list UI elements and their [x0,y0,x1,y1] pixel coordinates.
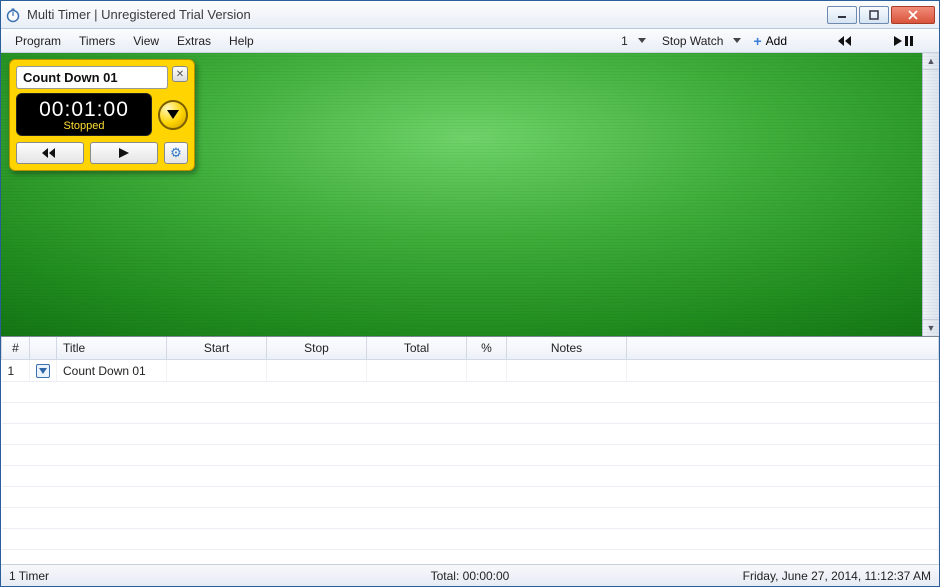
col-pct[interactable]: % [467,337,507,360]
scroll-up-icon[interactable]: ▲ [923,53,939,70]
col-title[interactable]: Title [57,337,167,360]
timer-play-button[interactable] [90,142,158,164]
status-right: Friday, June 27, 2014, 11:12:37 AM [624,569,931,583]
col-num[interactable]: # [2,337,30,360]
timer-rewind-button[interactable] [16,142,84,164]
cell-icon [30,360,57,382]
scroll-down-icon[interactable]: ▼ [923,319,939,336]
col-icon[interactable] [30,337,57,360]
col-notes[interactable]: Notes [507,337,627,360]
table-row: . [2,466,939,487]
triangle-down-icon [167,110,179,119]
window-controls [827,6,935,24]
table-header: # Title Start Stop Total % Notes [2,337,939,360]
timer-close-button[interactable]: ✕ [172,66,188,82]
timer-dropdown-button[interactable] [158,100,188,130]
timer-widget[interactable]: Count Down 01 ✕ 00:01:00 Stopped ⚙ [9,59,195,171]
col-total[interactable]: Total [367,337,467,360]
chevron-down-icon [733,38,741,43]
menubar: Program Timers View Extras Help 1 Stop W… [1,29,939,53]
col-start[interactable]: Start [167,337,267,360]
menu-help[interactable]: Help [221,31,262,51]
count-dropdown[interactable]: 1 [611,34,650,48]
mode-dropdown[interactable]: Stop Watch [652,34,746,48]
table-row: . [2,550,939,565]
workspace[interactable]: Count Down 01 ✕ 00:01:00 Stopped ⚙ ▲ ▼ [1,53,939,337]
timer-settings-button[interactable]: ⚙ [164,142,188,164]
menu-extras[interactable]: Extras [169,31,219,51]
menu-program[interactable]: Program [7,31,69,51]
statusbar: 1 Timer Total: 00:00:00 Friday, June 27,… [1,564,939,586]
countdown-icon [36,364,50,378]
table-row: . [2,529,939,550]
play-pause-button[interactable] [883,33,925,49]
chevron-down-icon [638,38,646,43]
gear-icon: ⚙ [170,145,182,161]
status-left: 1 Timer [9,569,316,583]
table-row: . [2,403,939,424]
cell-notes [507,360,627,382]
table-row[interactable]: 1 Count Down 01 [2,360,939,382]
timer-table: # Title Start Stop Total % Notes 1 Count… [1,337,939,564]
maximize-button[interactable] [859,6,889,24]
timer-display: 00:01:00 Stopped [16,93,152,136]
cell-title: Count Down 01 [57,360,167,382]
titlebar[interactable]: Multi Timer | Unregistered Trial Version [1,1,939,29]
status-center: Total: 00:00:00 [316,569,623,583]
table-row: . [2,487,939,508]
col-stop[interactable]: Stop [267,337,367,360]
menu-timers[interactable]: Timers [71,31,123,51]
count-value: 1 [615,34,634,48]
cell-start [167,360,267,382]
timer-title[interactable]: Count Down 01 [16,66,168,89]
add-button[interactable]: + Add [747,31,793,51]
app-icon [5,7,21,23]
minimize-button[interactable] [827,6,857,24]
timer-time: 00:01:00 [17,98,151,122]
add-label: Add [766,34,787,48]
cell-stop [267,360,367,382]
cell-pct [467,360,507,382]
rewind-button[interactable] [827,33,865,49]
cell-num: 1 [2,360,30,382]
table-row: . [2,445,939,466]
close-button[interactable] [891,6,935,24]
timer-status: Stopped [17,120,151,132]
cell-total [367,360,467,382]
menu-view[interactable]: View [125,31,167,51]
vertical-scrollbar[interactable]: ▲ ▼ [922,53,939,336]
col-spacer [627,337,939,360]
app-window: Multi Timer | Unregistered Trial Version… [0,0,940,587]
table-row: . [2,424,939,445]
mode-value: Stop Watch [656,34,730,48]
window-title: Multi Timer | Unregistered Trial Version [27,7,827,22]
table-row: . [2,508,939,529]
table-row: . [2,382,939,403]
plus-icon: + [753,33,761,49]
